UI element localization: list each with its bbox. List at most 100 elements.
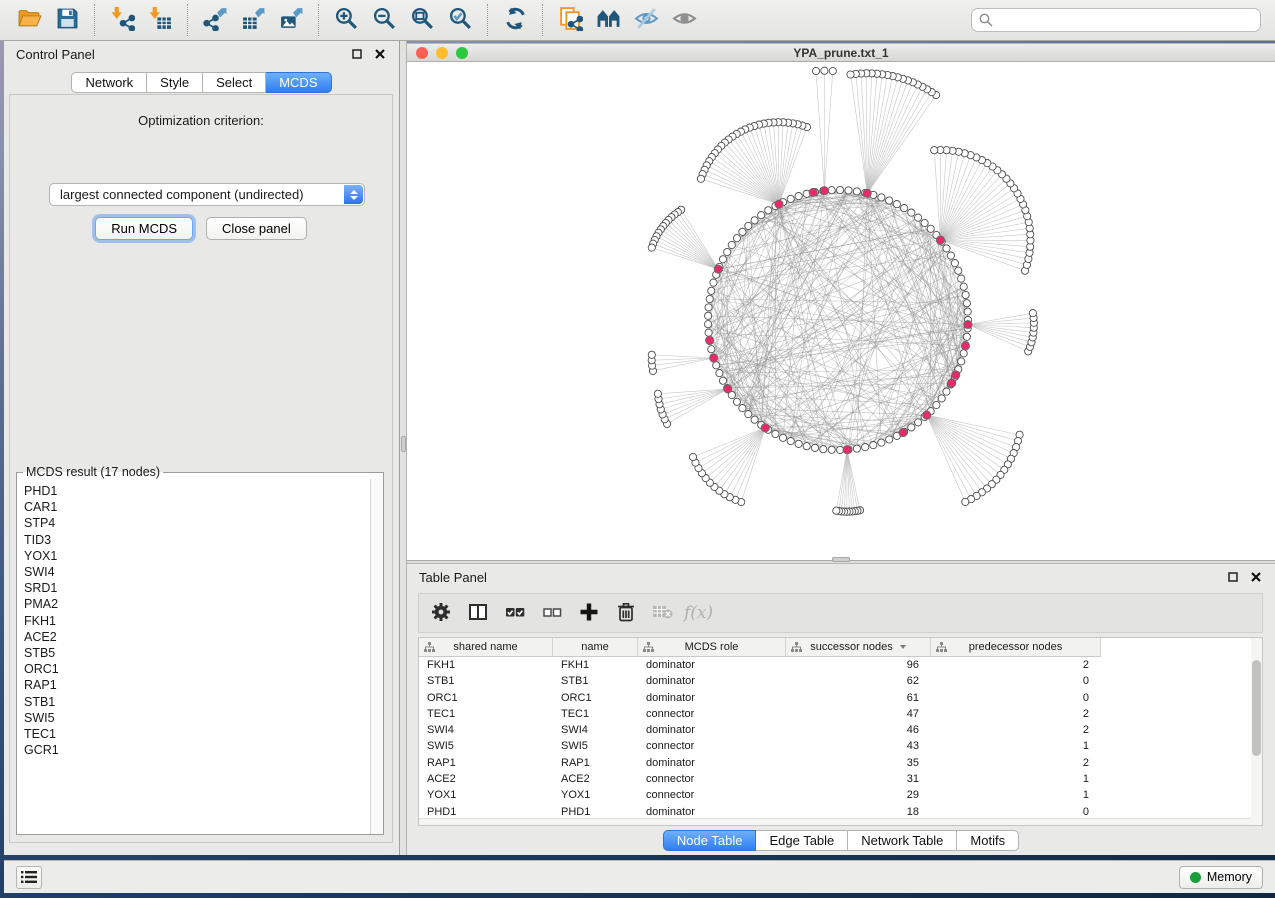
cell-predecessor-nodes[interactable]: 2 (931, 706, 1101, 722)
tab-network-table[interactable]: Network Table (848, 830, 957, 851)
table-row[interactable]: YOX1YOX1connector291 (419, 787, 1262, 803)
export-image-button[interactable] (272, 2, 310, 38)
cell-mcds-role[interactable]: dominator (638, 755, 786, 771)
table-splitter-handle[interactable] (832, 557, 850, 562)
cell-predecessor-nodes[interactable]: 2 (931, 755, 1101, 771)
column-header-predecessor-nodes[interactable]: predecessor nodes (931, 638, 1101, 657)
mcds-result-item[interactable]: ORC1 (24, 661, 369, 677)
cell-successor-nodes[interactable]: 47 (786, 706, 931, 722)
cell-successor-nodes[interactable]: 31 (786, 771, 931, 787)
cell-predecessor-nodes[interactable]: 1 (931, 787, 1101, 803)
network-graph[interactable] (407, 62, 1274, 559)
tab-node-table[interactable]: Node Table (663, 830, 757, 851)
export-network-button[interactable] (196, 2, 234, 38)
window-close-light[interactable] (416, 47, 428, 59)
table-row[interactable]: RAP1RAP1dominator352 (419, 755, 1262, 771)
tab-network[interactable]: Network (71, 72, 147, 93)
cell-name[interactable]: RAP1 (553, 755, 638, 771)
float-panel-button[interactable] (350, 47, 364, 61)
cell-mcds-role[interactable]: connector (638, 787, 786, 803)
cell-name[interactable]: STB1 (553, 673, 638, 689)
table-vertical-scrollbar[interactable] (1251, 638, 1262, 825)
mcds-result-item[interactable]: PHD1 (24, 483, 369, 499)
cell-successor-nodes[interactable]: 29 (786, 787, 931, 803)
mcds-result-item[interactable]: TEC1 (24, 726, 369, 742)
deselect-all-button[interactable] (538, 599, 566, 627)
mcds-result-item[interactable]: STP4 (24, 515, 369, 531)
delete-columns-button[interactable] (612, 599, 640, 627)
mcds-result-item[interactable]: GCR1 (24, 742, 369, 758)
save-session-button[interactable] (48, 2, 86, 38)
cell-predecessor-nodes[interactable]: 1 (931, 771, 1101, 787)
mcds-list-scrollbar[interactable] (370, 479, 383, 834)
open-file-button[interactable] (10, 2, 48, 38)
column-header-successor-nodes[interactable]: successor nodes (786, 638, 931, 657)
float-table-panel-button[interactable] (1226, 570, 1240, 584)
close-panel-x-button[interactable] (373, 47, 387, 61)
zoom-in-button[interactable] (327, 2, 365, 38)
mcds-result-item[interactable]: STB1 (24, 694, 369, 710)
settings-button[interactable] (427, 599, 455, 627)
first-neighbors-button[interactable] (589, 2, 627, 38)
hide-selection-button[interactable] (627, 2, 665, 38)
cell-successor-nodes[interactable]: 96 (786, 657, 931, 673)
cell-shared-name[interactable]: RAP1 (419, 755, 553, 771)
run-mcds-button[interactable]: Run MCDS (95, 217, 193, 240)
add-column-button[interactable] (575, 599, 603, 627)
cell-mcds-role[interactable]: dominator (638, 690, 786, 706)
cell-mcds-role[interactable]: connector (638, 771, 786, 787)
close-panel-button[interactable]: Close panel (206, 217, 307, 240)
table-row[interactable]: ACE2ACE2connector311 (419, 771, 1262, 787)
table-row[interactable]: FKH1FKH1dominator962 (419, 657, 1262, 673)
search-input[interactable] (998, 13, 1253, 27)
mcds-result-item[interactable]: TID3 (24, 532, 369, 548)
cell-mcds-role[interactable]: dominator (638, 722, 786, 738)
column-header-shared-name[interactable]: shared name (419, 638, 553, 657)
zoom-out-button[interactable] (365, 2, 403, 38)
cell-shared-name[interactable]: ACE2 (419, 771, 553, 787)
cell-predecessor-nodes[interactable]: 2 (931, 657, 1101, 673)
cell-name[interactable]: YOX1 (553, 787, 638, 803)
new-network-from-selection-button[interactable] (551, 2, 589, 38)
cell-predecessor-nodes[interactable]: 2 (931, 722, 1101, 738)
cell-successor-nodes[interactable]: 46 (786, 722, 931, 738)
zoom-selected-button[interactable] (441, 2, 479, 38)
table-splitter[interactable] (407, 560, 1275, 563)
cell-successor-nodes[interactable]: 35 (786, 755, 931, 771)
cell-shared-name[interactable]: ORC1 (419, 690, 553, 706)
mcds-result-item[interactable]: PMA2 (24, 596, 369, 612)
memory-button[interactable]: Memory (1179, 866, 1263, 889)
panel-splitter[interactable] (400, 41, 407, 855)
cell-predecessor-nodes[interactable]: 1 (931, 738, 1101, 754)
cell-mcds-role[interactable]: connector (638, 706, 786, 722)
table-row[interactable]: STB1STB1dominator620 (419, 673, 1262, 689)
table-row[interactable]: ORC1ORC1dominator610 (419, 690, 1262, 706)
window-zoom-light[interactable] (456, 47, 468, 59)
table-row[interactable]: SWI4SWI4dominator462 (419, 722, 1262, 738)
mcds-result-item[interactable]: RAP1 (24, 677, 369, 693)
table-row[interactable]: SWI5SWI5connector431 (419, 738, 1262, 754)
cell-name[interactable]: TEC1 (553, 706, 638, 722)
tab-motifs[interactable]: Motifs (957, 830, 1019, 851)
cell-name[interactable]: FKH1 (553, 657, 638, 673)
export-table-button[interactable] (234, 2, 272, 38)
cell-name[interactable]: SWI4 (553, 722, 638, 738)
select-all-button[interactable] (501, 599, 529, 627)
import-table-button[interactable] (141, 2, 179, 38)
mcds-result-item[interactable]: SWI5 (24, 710, 369, 726)
cell-mcds-role[interactable]: dominator (638, 657, 786, 673)
cell-successor-nodes[interactable]: 62 (786, 673, 931, 689)
cell-shared-name[interactable]: YOX1 (419, 787, 553, 803)
tab-style[interactable]: Style (147, 72, 203, 93)
close-table-panel-button[interactable] (1249, 570, 1263, 584)
cell-mcds-role[interactable]: connector (638, 738, 786, 754)
import-network-button[interactable] (103, 2, 141, 38)
tab-mcds[interactable]: MCDS (266, 72, 331, 93)
tab-edge-table[interactable]: Edge Table (756, 830, 848, 851)
show-columns-button[interactable] (464, 599, 492, 627)
cell-successor-nodes[interactable]: 43 (786, 738, 931, 754)
mcds-result-item[interactable]: CAR1 (24, 499, 369, 515)
network-canvas[interactable] (407, 62, 1275, 560)
cell-name[interactable]: ORC1 (553, 690, 638, 706)
scrollbar-thumb[interactable] (1252, 660, 1261, 756)
